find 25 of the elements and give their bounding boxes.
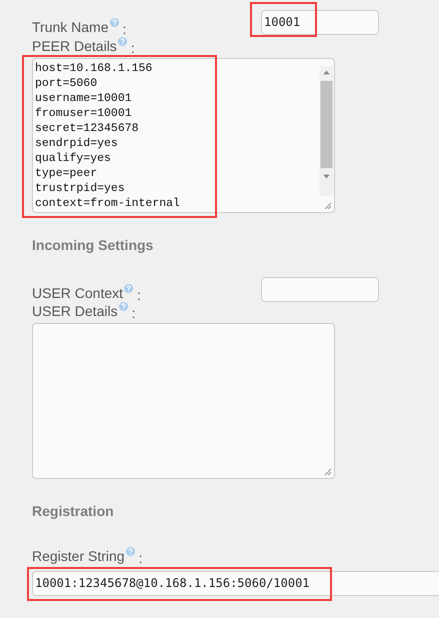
help-icon[interactable] bbox=[118, 37, 127, 46]
field-label: Register String bbox=[32, 547, 125, 565]
field-label: USER Details bbox=[32, 302, 118, 320]
resize-grip-icon[interactable] bbox=[324, 202, 332, 210]
help-icon[interactable] bbox=[110, 18, 119, 27]
help-icon[interactable] bbox=[126, 547, 135, 556]
scrollbar-icon[interactable] bbox=[319, 66, 334, 196]
colon: : bbox=[132, 304, 136, 322]
field-label: Trunk Name bbox=[32, 18, 109, 36]
colon: : bbox=[137, 286, 141, 304]
help-icon[interactable] bbox=[118, 302, 128, 311]
section-heading: Incoming Settings bbox=[32, 236, 154, 254]
section-heading: Registration bbox=[32, 502, 115, 520]
peer-details-field[interactable]: host=10.168.1.156 port=5060 username=10001 fromuser=10001 secret=12345678 sendrpid=yes qualify=yes type=peer trustrpid=yes context=from-internal bbox=[32, 58, 335, 213]
colon: : bbox=[138, 549, 142, 567]
field-label: USER Context bbox=[32, 284, 124, 302]
user-context-field[interactable] bbox=[261, 277, 379, 302]
colon: : bbox=[122, 20, 126, 38]
resize-grip-icon[interactable] bbox=[324, 468, 332, 476]
field-label: PEER Details bbox=[32, 37, 117, 55]
user-details-field[interactable] bbox=[32, 323, 335, 479]
trunk-name-field[interactable]: 10001 bbox=[261, 10, 379, 35]
register-string-field[interactable]: 10001:12345678@10.168.1.156:5060/10001 bbox=[32, 571, 439, 596]
colon: : bbox=[130, 39, 135, 57]
help-icon[interactable] bbox=[124, 284, 134, 293]
